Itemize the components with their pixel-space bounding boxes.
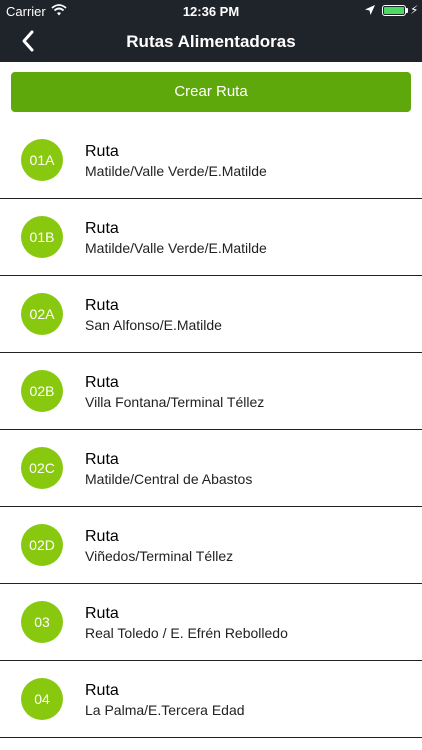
route-code-badge: 02C xyxy=(21,447,63,489)
route-list-item[interactable]: 03 Ruta Real Toledo / E. Efrén Rebolledo xyxy=(0,584,422,661)
route-description: Real Toledo / E. Efrén Rebolledo xyxy=(85,625,288,641)
route-code-badge: 02B xyxy=(21,370,63,412)
navigation-bar: Rutas Alimentadoras xyxy=(0,22,422,62)
route-code-badge: 04 xyxy=(21,678,63,720)
route-description: Matilde/Valle Verde/E.Matilde xyxy=(85,240,267,256)
route-list-item[interactable]: 02A Ruta San Alfonso/E.Matilde xyxy=(0,276,422,353)
route-name: Ruta xyxy=(85,605,119,622)
route-name: Ruta xyxy=(85,451,119,468)
route-list: 01A Ruta Matilde/Valle Verde/E.Matilde 01B R… xyxy=(0,122,422,738)
route-description: Viñedos/Terminal Téllez xyxy=(85,548,234,564)
route-list-item[interactable]: 04 Ruta La Palma/E.Tercera Edad xyxy=(0,661,422,738)
battery-level xyxy=(384,7,404,14)
route-description: Matilde/Central de Abastos xyxy=(85,471,253,487)
route-name: Ruta xyxy=(85,143,119,160)
route-list-item[interactable]: 01A Ruta Matilde/Valle Verde/E.Matilde xyxy=(0,122,422,199)
route-name: Ruta xyxy=(85,528,119,545)
route-description: San Alfonso/E.Matilde xyxy=(85,317,222,333)
route-code-badge: 02A xyxy=(21,293,63,335)
route-description: La Palma/E.Tercera Edad xyxy=(85,702,245,718)
route-name: Ruta xyxy=(85,220,119,237)
route-code-badge: 03 xyxy=(21,601,63,643)
battery-tip xyxy=(406,8,408,13)
battery-icon xyxy=(382,5,406,16)
route-list-item[interactable]: 02D Ruta Viñedos/Terminal Téllez xyxy=(0,507,422,584)
route-code-badge: 01B xyxy=(21,216,63,258)
status-bar: Carrier 12:36 PM ⚡ xyxy=(0,0,422,22)
route-list-item[interactable]: 01B Ruta Matilde/Valle Verde/E.Matilde xyxy=(0,199,422,276)
page-title: Rutas Alimentadoras xyxy=(126,32,296,51)
route-list-item[interactable]: 02B Ruta Villa Fontana/Terminal Téllez xyxy=(0,353,422,430)
route-description: Matilde/Valle Verde/E.Matilde xyxy=(85,163,267,179)
route-code-badge: 01A xyxy=(21,139,63,181)
status-time: 12:36 PM xyxy=(182,4,240,19)
create-route-button[interactable]: Crear Ruta xyxy=(11,72,411,112)
charging-bolt-icon: ⚡ xyxy=(410,3,419,17)
route-code-badge: 02D xyxy=(21,524,63,566)
location-arrow-icon xyxy=(364,4,376,19)
top-bar: Carrier 12:36 PM ⚡ Rutas Alimentadoras xyxy=(0,0,422,62)
route-name: Ruta xyxy=(85,297,119,314)
route-name: Ruta xyxy=(85,374,119,391)
route-name: Ruta xyxy=(85,682,119,699)
route-description: Villa Fontana/Terminal Téllez xyxy=(85,394,265,410)
route-list-item[interactable]: 02C Ruta Matilde/Central de Abastos xyxy=(0,430,422,507)
